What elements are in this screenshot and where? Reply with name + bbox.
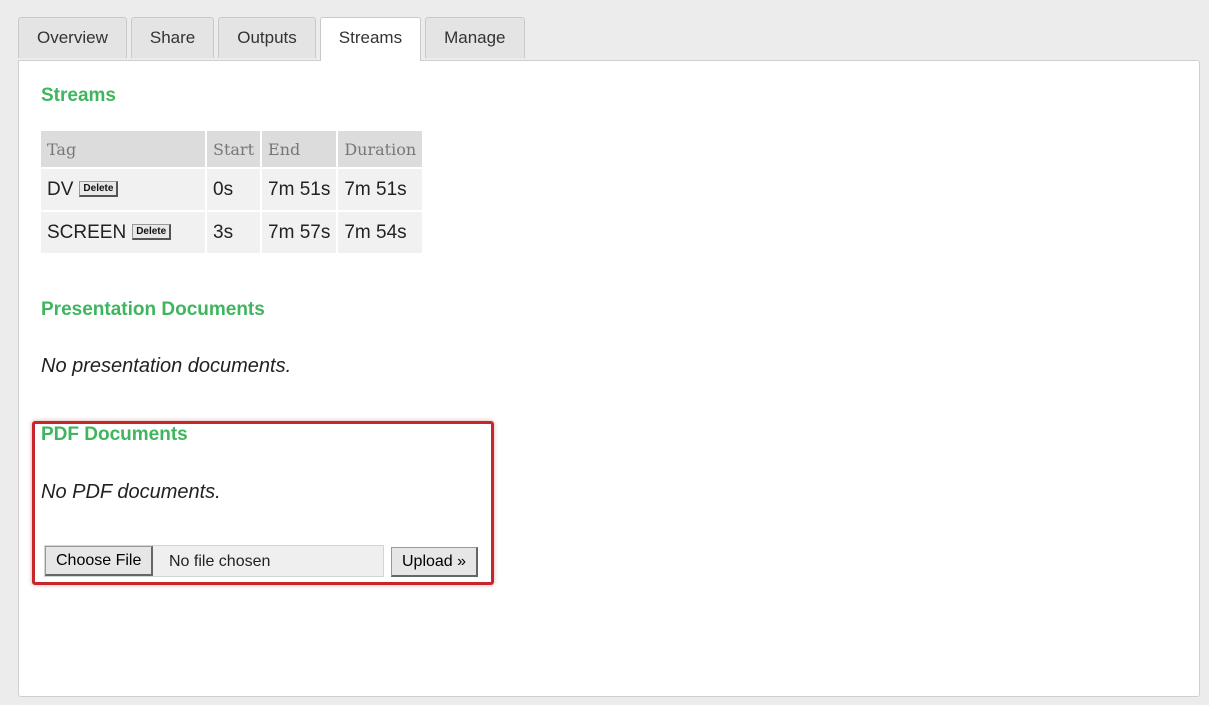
file-input[interactable]: Choose File No file chosen [44,545,384,577]
column-header-start: Start [206,131,263,168]
end-cell: 7m 51s [261,167,339,211]
duration-cell: 7m 51s [337,167,423,211]
stream-tag: SCREEN [47,221,127,243]
table-row: DV Delete 0s 7m 51s 7m 51s [41,167,423,211]
streams-panel: Streams Tag Start End Duration DV Delete … [18,60,1200,697]
stream-tag: DV [47,178,74,200]
pdf-empty-text: No PDF documents. [41,481,221,503]
upload-button[interactable]: Upload » [391,547,479,577]
file-status-text: No file chosen [169,553,271,570]
column-header-end: End [261,131,339,168]
start-cell: 0s [206,167,263,211]
tag-cell: DV Delete [41,167,207,211]
delete-button[interactable]: Delete [79,181,119,198]
tab-overview[interactable]: Overview [18,17,127,58]
tag-cell: SCREEN Delete [41,210,207,253]
choose-file-button[interactable]: Choose File [45,546,154,576]
presentation-empty-text: No presentation documents. [41,355,292,377]
pdf-documents-heading: PDF Documents [41,424,188,445]
tab-outputs[interactable]: Outputs [218,17,316,58]
column-header-tag: Tag [41,131,207,168]
tab-manage[interactable]: Manage [425,17,525,58]
table-row: SCREEN Delete 3s 7m 57s 7m 54s [41,210,423,253]
delete-button[interactable]: Delete [132,224,172,241]
tab-streams[interactable]: Streams [319,17,422,61]
end-cell: 7m 57s [261,210,339,253]
tab-share[interactable]: Share [130,17,215,58]
tab-bar: Overview Share Outputs Streams Manage [18,17,529,61]
start-cell: 3s [206,210,263,253]
table-header-row: Tag Start End Duration [41,131,423,168]
streams-heading: Streams [41,85,116,106]
duration-cell: 7m 54s [337,210,423,253]
streams-table: Tag Start End Duration DV Delete 0s 7m 51… [41,131,423,253]
column-header-duration: Duration [337,131,423,168]
presentation-documents-heading: Presentation Documents [41,299,265,320]
